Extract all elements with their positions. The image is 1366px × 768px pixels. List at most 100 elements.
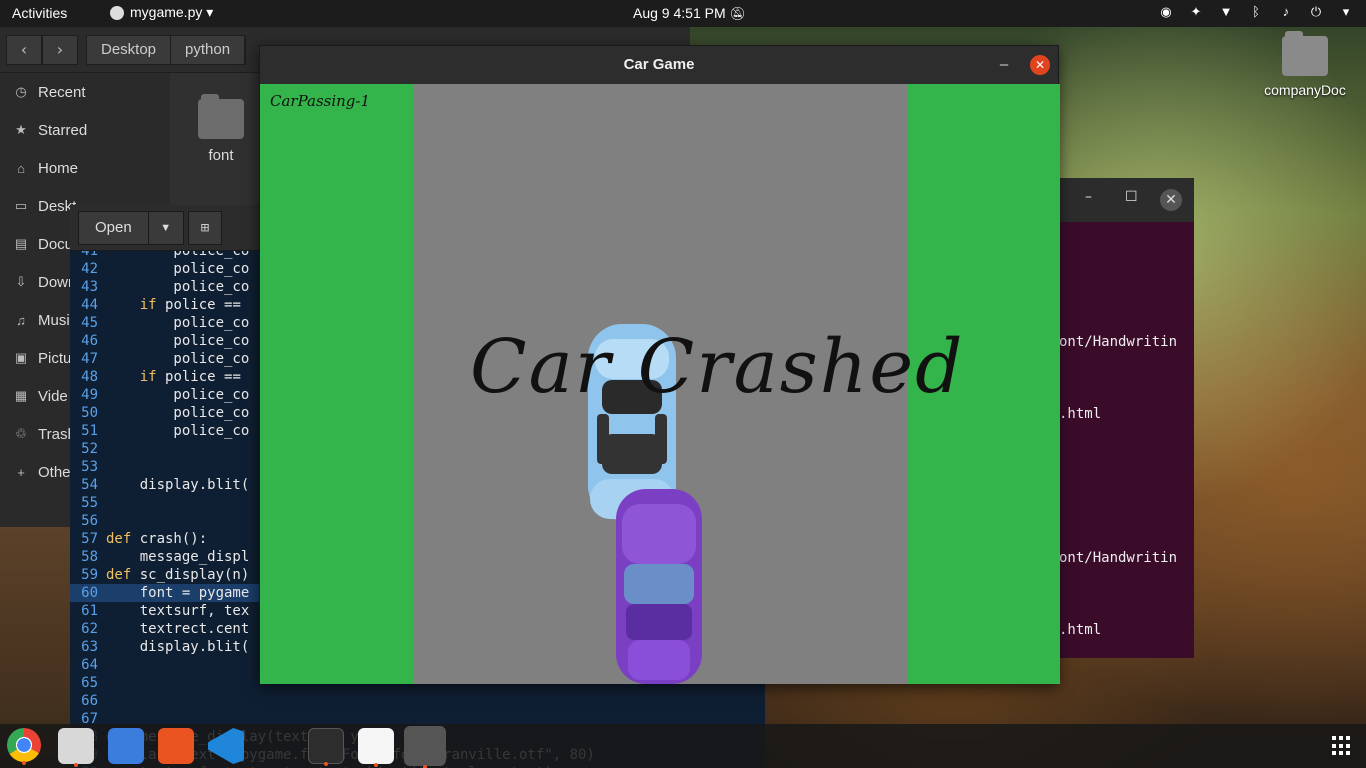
code-text: textrect.cent bbox=[106, 621, 250, 637]
pygame-app-icon bbox=[110, 5, 124, 20]
sidebar-item-recent[interactable]: ◷ Recent bbox=[0, 73, 170, 111]
code-text: police_co bbox=[106, 351, 250, 367]
line-number: 63 bbox=[81, 639, 98, 655]
running-indicator bbox=[374, 763, 378, 767]
terminal-icon[interactable] bbox=[308, 728, 344, 766]
pygame-icon[interactable] bbox=[404, 726, 446, 768]
breadcrumb: Desktop python bbox=[86, 35, 247, 65]
line-number: 47 bbox=[81, 351, 98, 367]
running-indicator bbox=[324, 762, 328, 766]
code-line[interactable]: 66 bbox=[70, 692, 765, 710]
code-text: font = pygame bbox=[106, 585, 250, 601]
picture-icon: ▣ bbox=[14, 350, 28, 365]
minimize-button[interactable]: – bbox=[994, 46, 1014, 84]
desktop-folder-companydoc[interactable]: companyDoc bbox=[1262, 31, 1348, 98]
chevron-down-icon: ▾ bbox=[1342, 4, 1350, 19]
code-text: police_co bbox=[106, 315, 250, 331]
show-applications-icon[interactable] bbox=[1332, 736, 1352, 756]
line-number: 55 bbox=[81, 495, 98, 511]
notifications-off-icon: 🔕︎ bbox=[729, 6, 747, 21]
activities-button[interactable]: Activities bbox=[12, 5, 67, 21]
code-text: if police == bbox=[139, 297, 241, 313]
open-dropdown-button[interactable]: ▼ bbox=[149, 212, 183, 244]
color-picker-icon[interactable]: ✦ bbox=[1188, 4, 1204, 20]
terminal-output[interactable]: ont/Handwritin .html ont/Handwritin .htm… bbox=[1059, 222, 1194, 658]
code-keyword: if bbox=[139, 297, 166, 313]
back-button[interactable]: ‹ bbox=[6, 35, 42, 65]
line-number: 53 bbox=[81, 459, 98, 475]
sidebar-item-label: Recent bbox=[38, 83, 86, 101]
sidebar-item-label: Docu bbox=[38, 235, 74, 253]
trash-icon: ♲ bbox=[15, 426, 27, 441]
docs-icon[interactable] bbox=[108, 728, 144, 764]
top-bar: Activities mygame.py ▾ Aug 9 4:51 PM 🔕︎ … bbox=[0, 0, 1366, 27]
line-number: 64 bbox=[81, 657, 98, 673]
download-icon: ⇩ bbox=[15, 274, 27, 289]
code-text: display.blit( bbox=[106, 639, 250, 655]
code-text: police_co bbox=[106, 261, 250, 277]
clock-icon: ◷ bbox=[15, 84, 27, 99]
line-number: 59 bbox=[81, 567, 98, 583]
line-number: 50 bbox=[81, 405, 98, 421]
clock[interactable]: Aug 9 4:51 PM 🔕︎ bbox=[633, 5, 746, 22]
code-text: police_co bbox=[106, 387, 250, 403]
open-button-group: Open ▼ bbox=[78, 211, 184, 245]
breadcrumb-python[interactable]: python bbox=[171, 36, 246, 64]
line-number: 49 bbox=[81, 387, 98, 403]
maximize-button[interactable]: ☐ bbox=[1125, 189, 1138, 205]
line-number: 46 bbox=[81, 333, 98, 349]
line-number: 52 bbox=[81, 441, 98, 457]
desktop-folder-label: companyDoc bbox=[1264, 82, 1346, 98]
app-menu[interactable]: mygame.py ▾ bbox=[110, 4, 213, 21]
close-button[interactable]: ✕ bbox=[1030, 55, 1050, 75]
terminal-line: ont/Handwritin bbox=[1059, 550, 1178, 566]
plus-icon: + bbox=[17, 464, 25, 480]
line-number: 56 bbox=[81, 513, 98, 529]
new-tab-button[interactable]: ⊞ bbox=[188, 211, 222, 245]
software-icon[interactable] bbox=[158, 728, 194, 764]
open-button[interactable]: Open bbox=[79, 212, 149, 244]
bluetooth-icon: ᛒ bbox=[1252, 4, 1260, 19]
files-icon[interactable] bbox=[58, 728, 94, 767]
forward-button[interactable]: › bbox=[42, 35, 78, 65]
window-titlebar[interactable]: Car Game – ✕ bbox=[260, 46, 1058, 84]
breadcrumb-desktop[interactable]: Desktop bbox=[87, 36, 172, 64]
line-number: 43 bbox=[81, 279, 98, 295]
folder-font[interactable]: font bbox=[196, 94, 246, 164]
system-tray[interactable]: ◉ ✦ ▼ ᛒ ♪ ⏻ ▾ bbox=[1158, 4, 1354, 20]
sidebar-item-home[interactable]: ⌂ Home bbox=[0, 149, 170, 187]
window-title: Car Game bbox=[623, 56, 695, 73]
code-keyword: def bbox=[106, 567, 140, 583]
chrome-tray-icon[interactable]: ◉ bbox=[1158, 4, 1174, 20]
sidebar-item-label: Home bbox=[38, 159, 79, 177]
sidebar-item-label: Othe bbox=[38, 463, 71, 481]
minimize-button[interactable]: – bbox=[1085, 189, 1092, 205]
folder-label: font bbox=[208, 147, 234, 164]
line-number: 51 bbox=[81, 423, 98, 439]
score-label: CarPassing-1 bbox=[270, 92, 371, 110]
code-text: textsurf, tex bbox=[106, 603, 250, 619]
game-canvas[interactable]: CarPassing-1 Car Crashed bbox=[260, 84, 1060, 684]
code-text: police_co bbox=[106, 423, 250, 439]
sidebar-item-label: Pictu bbox=[38, 349, 72, 367]
line-number: 48 bbox=[81, 369, 98, 385]
sidebar-item-label: Starred bbox=[38, 121, 88, 139]
text-editor-icon[interactable] bbox=[358, 728, 394, 767]
vscode-icon[interactable] bbox=[208, 728, 244, 764]
close-button[interactable]: ✕ bbox=[1160, 189, 1182, 211]
line-number: 66 bbox=[81, 693, 98, 709]
line-number: 60 bbox=[81, 585, 98, 601]
code-text: police_co bbox=[106, 279, 250, 295]
car-game-window: Car Game – ✕ CarPassing-1 Car Crashed bbox=[259, 45, 1060, 684]
terminal-line: .html bbox=[1059, 406, 1102, 422]
sidebar-item-starred[interactable]: ★ Starred bbox=[0, 111, 170, 149]
chrome-icon[interactable] bbox=[7, 728, 41, 765]
line-number: 65 bbox=[81, 675, 98, 691]
player-car bbox=[616, 489, 702, 684]
code-text: message_displ bbox=[106, 549, 250, 565]
line-number: 61 bbox=[81, 603, 98, 619]
